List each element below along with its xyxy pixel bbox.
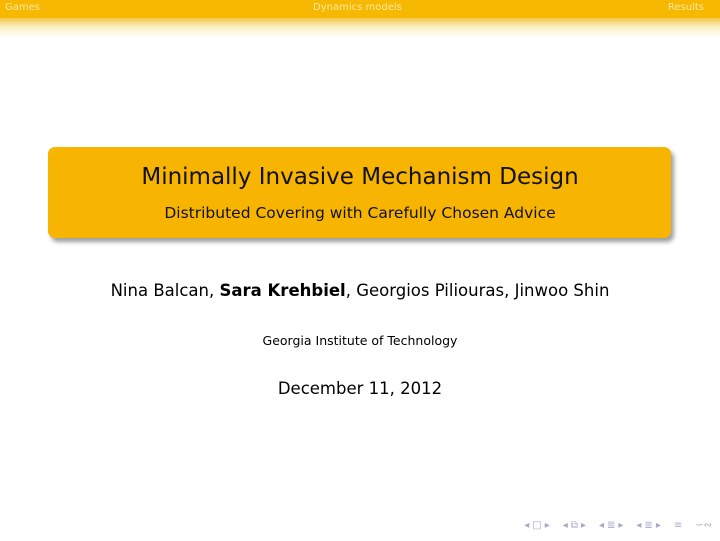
- next-subsection-icon[interactable]: ▸: [581, 520, 586, 532]
- presentation-subtitle: Distributed Covering with Carefully Chos…: [164, 204, 556, 222]
- next-slide-icon[interactable]: ▸: [656, 520, 661, 532]
- title-box: [48, 147, 671, 238]
- next-section-icon[interactable]: ▸: [618, 520, 623, 532]
- align-icon[interactable]: ≡: [674, 520, 682, 532]
- institute: Georgia Institute of Technology: [262, 333, 458, 348]
- authors: Nina Balcan, Sara Krehbiel, Georgios Pil…: [0, 281, 720, 300]
- frame-icon[interactable]: □: [532, 520, 541, 532]
- navbar-shadow: [0, 18, 720, 38]
- author-list-start: Nina Balcan,: [110, 281, 220, 300]
- prev-subsection-icon[interactable]: ◂: [563, 520, 568, 532]
- section-icon[interactable]: ≣: [607, 520, 615, 532]
- presentation-date: December 11, 2012: [277, 379, 443, 398]
- next-frame-icon[interactable]: ▸: [545, 520, 550, 532]
- prev-section-icon[interactable]: ◂: [599, 520, 604, 532]
- prev-frame-icon[interactable]: ◂: [524, 520, 529, 532]
- nav-section-games[interactable]: Games: [5, 2, 40, 13]
- presenting-author: Sara Krehbiel: [219, 281, 346, 300]
- slide-icon[interactable]: ≣: [644, 520, 652, 532]
- section-navbar: Games Dynamics models Results: [0, 0, 720, 18]
- subsection-icon[interactable]: ⧉: [571, 520, 578, 532]
- author-list-end: , Georgios Piliouras, Jinwoo Shin: [345, 281, 610, 300]
- nav-section-results[interactable]: Results: [668, 2, 704, 13]
- beamer-navigation-symbols: ◂ □ ▸ ◂ ⧉ ▸ ◂ ≣ ▸ ◂ ≣ ▸ ≡ ∽∾: [524, 519, 712, 533]
- prev-slide-icon[interactable]: ◂: [636, 520, 641, 532]
- nav-section-dynamics-models[interactable]: Dynamics models: [313, 2, 402, 13]
- presentation-title: Minimally Invasive Mechanism Design: [141, 164, 579, 190]
- search-icon[interactable]: ∽∾: [695, 520, 712, 532]
